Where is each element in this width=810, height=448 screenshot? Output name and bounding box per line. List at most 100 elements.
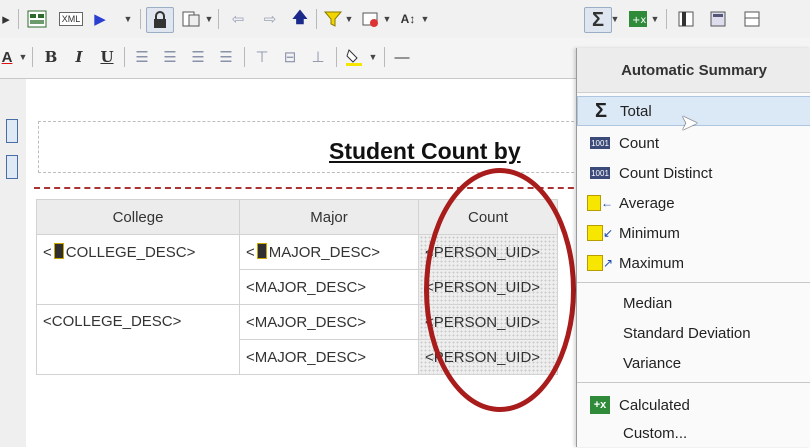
count-cell[interactable]: <PERSON_UID> <box>418 304 558 340</box>
menu-item-minimum[interactable]: ↙ Minimum <box>577 218 810 248</box>
menu-item-average[interactable]: ← Average <box>577 188 810 218</box>
column-header-major[interactable]: Major <box>239 199 419 235</box>
line-style-icon[interactable]: — <box>390 45 414 69</box>
group-icon <box>53 243 64 259</box>
menu-item-label: Maximum <box>619 254 685 272</box>
run-dropdown-icon[interactable]: ▼ <box>122 7 134 31</box>
filter-icon[interactable] <box>322 7 344 31</box>
arrow-left-icon[interactable]: ⇦ <box>226 7 250 31</box>
count-cell[interactable]: <PERSON_UID> <box>418 269 558 305</box>
font-color-icon[interactable]: A <box>0 45 14 69</box>
table-row: <COLLEGE_DESC> <MAJOR_DESC> <PERSON_UID> <box>36 304 558 375</box>
calculator-icon[interactable] <box>706 7 730 31</box>
calculated-dropdown-icon[interactable]: ▼ <box>650 7 660 31</box>
menu-separator <box>577 282 810 283</box>
fill-color-icon[interactable] <box>342 45 366 69</box>
title-block[interactable]: Student Count by <box>38 121 599 173</box>
menu-item-median[interactable]: Median <box>577 288 810 318</box>
menu-item-custom[interactable]: Custom... <box>577 418 810 448</box>
report-title[interactable]: Student Count by <box>329 138 521 165</box>
column-icon[interactable] <box>674 7 698 31</box>
left-ruler <box>0 79 27 447</box>
calculated-icon: +x <box>587 395 613 415</box>
menu-item-label: Median <box>623 294 673 312</box>
toolbar-separator <box>244 47 245 67</box>
filter-dropdown-icon[interactable]: ▼ <box>344 7 354 31</box>
bold-button[interactable]: B <box>40 45 62 69</box>
menu-item-standard-deviation[interactable]: Standard Deviation <box>577 318 810 348</box>
college-cell[interactable]: <COLLEGE_DESC> <box>36 234 240 305</box>
menu-item-count-distinct[interactable]: 1001 Count Distinct <box>577 158 810 188</box>
report-canvas[interactable]: Student Count by College Major Count < CO… <box>26 79 599 447</box>
align-center-icon[interactable]: ☰ <box>158 45 182 69</box>
suppress-dropdown-icon[interactable]: ▼ <box>382 7 392 31</box>
xml-icon[interactable]: XML <box>54 7 88 31</box>
valign-bottom-icon[interactable]: ⊥ <box>306 45 330 69</box>
column-header-college[interactable]: College <box>36 199 240 235</box>
major-cell[interactable]: <MAJOR_DESC> <box>239 234 419 270</box>
font-color-dropdown-icon[interactable]: ▼ <box>18 45 28 69</box>
suppress-icon[interactable] <box>358 7 382 31</box>
fill-color-dropdown-icon[interactable]: ▼ <box>368 45 378 69</box>
layout-icon[interactable] <box>740 7 764 31</box>
toolbar-main: ▸ XML ▶ ▼ ▼ ⇦ ⇨ 🡅 ▼ ▼ A↕ ▼ Σ ▼ +x ▼ <box>0 0 810 39</box>
table-row: <COLLEGE_DESC> <MAJOR_DESC> <PERSON_UID> <box>36 234 558 305</box>
align-right-icon[interactable]: ☰ <box>186 45 210 69</box>
align-justify-icon[interactable]: ☰ <box>214 45 238 69</box>
toolbar-separator <box>218 9 219 29</box>
major-cell[interactable]: <MAJOR_DESC> <box>239 269 419 305</box>
table-header-row: College Major Count <box>36 199 558 235</box>
menu-item-maximum[interactable]: ↗ Maximum <box>577 248 810 278</box>
copy-format-dropdown-icon[interactable]: ▼ <box>204 7 214 31</box>
major-value: MAJOR_DESC> <box>268 244 381 261</box>
menu-item-label: Average <box>619 194 675 212</box>
overflow-arrow-icon[interactable]: ▸ <box>0 7 12 31</box>
toolbar-separator <box>124 47 125 67</box>
sort-dropdown-icon[interactable]: ▼ <box>420 7 430 31</box>
menu-item-label: Total <box>620 102 652 120</box>
sigma-icon: Σ <box>594 99 607 122</box>
object-icon[interactable] <box>6 119 18 143</box>
copy-format-icon[interactable] <box>178 7 204 31</box>
sort-icon[interactable]: A↕ <box>396 7 420 31</box>
form-icon[interactable] <box>24 7 50 31</box>
arrow-up-icon[interactable]: 🡅 <box>290 7 310 31</box>
menu-separator <box>577 382 810 383</box>
major-cell[interactable]: <MAJOR_DESC> <box>239 304 419 340</box>
calculated-toolbar-icon[interactable]: +x <box>626 7 650 31</box>
arrow-right-icon[interactable]: ⇨ <box>258 7 282 31</box>
run-icon[interactable]: ▶ <box>90 7 110 31</box>
report-list-table[interactable]: College Major Count < COLLEGE_DESC> < MAJO… <box>36 199 558 375</box>
lock-icon[interactable] <box>146 7 174 33</box>
menu-item-label: Count <box>619 134 660 152</box>
page-header-divider <box>34 187 594 189</box>
menu-header: Automatic Summary <box>577 48 810 93</box>
menu-item-label: Minimum <box>619 224 680 242</box>
menu-item-variance[interactable]: Variance <box>577 348 810 378</box>
valign-middle-icon[interactable]: ⊟ <box>278 45 302 69</box>
minimum-icon: ↙ <box>587 223 613 243</box>
college-cell[interactable]: <COLLEGE_DESC> <box>36 304 240 375</box>
valign-top-icon[interactable]: ⊤ <box>250 45 274 69</box>
summary-dropdown-icon[interactable]: ▼ <box>610 7 620 31</box>
count-badge: 1001 <box>590 167 610 179</box>
mouse-pointer-icon: ➤ <box>680 110 699 135</box>
count-cell[interactable]: <PERSON_UID> <box>418 339 558 375</box>
summary-sigma-icon[interactable]: Σ <box>584 7 612 33</box>
major-cell[interactable]: <MAJOR_DESC> <box>239 339 419 375</box>
italic-button[interactable]: I <box>68 45 90 69</box>
maximum-icon: ↗ <box>587 253 613 273</box>
toolbar-separator <box>18 9 19 29</box>
count-badge: 1001 <box>590 137 610 149</box>
toolbar-separator <box>32 47 33 67</box>
menu-item-label: Count Distinct <box>619 164 713 182</box>
menu-item-calculated[interactable]: +x Calculated <box>577 390 810 420</box>
toolbar-separator <box>336 47 337 67</box>
underline-button[interactable]: U <box>96 45 118 69</box>
object-icon[interactable] <box>6 155 18 179</box>
count-cell[interactable]: <PERSON_UID> <box>418 234 558 270</box>
column-header-count[interactable]: Count <box>418 199 558 235</box>
xml-label: XML <box>58 12 84 26</box>
align-left-icon[interactable]: ☰ <box>130 45 154 69</box>
group-icon <box>256 243 267 259</box>
